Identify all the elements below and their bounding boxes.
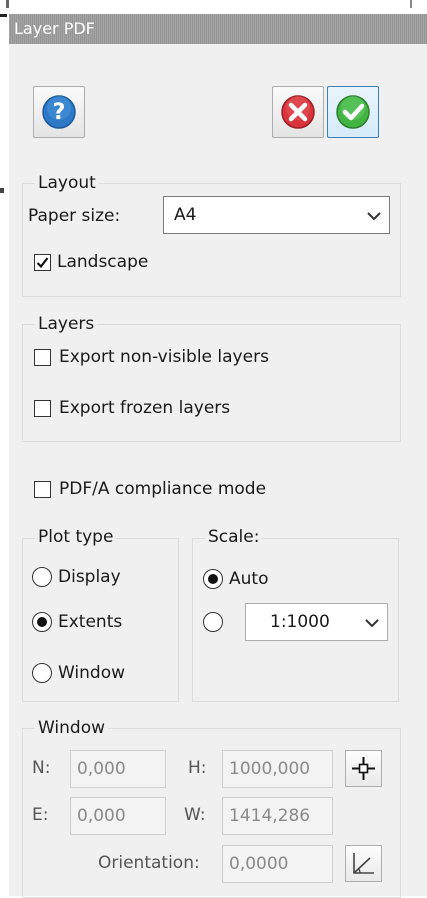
- layers-legend: Layers: [35, 314, 98, 334]
- checkmark-icon: [36, 257, 49, 269]
- scale-value: 1:1000: [270, 612, 330, 632]
- cancel-icon: [281, 95, 315, 129]
- layout-legend: Layout: [35, 173, 99, 193]
- w-label: W:: [184, 805, 206, 825]
- scale-auto-radio[interactable]: [203, 569, 223, 589]
- window-title: Layer PDF: [14, 19, 95, 38]
- plot-display-label[interactable]: Display: [58, 566, 121, 588]
- paper-size-value: A4: [174, 205, 197, 225]
- radio-selected-dot: [208, 574, 218, 584]
- edge-artifact: [0, 14, 7, 17]
- h-input[interactable]: 1000,000: [222, 750, 333, 788]
- pdfa-label[interactable]: PDF/A compliance mode: [59, 478, 266, 500]
- e-label: E:: [32, 805, 49, 825]
- edge-artifact: [0, 188, 4, 193]
- title-bar[interactable]: Layer PDF: [9, 14, 427, 44]
- scale-auto-label[interactable]: Auto: [229, 568, 268, 590]
- n-label: N:: [32, 758, 51, 778]
- export-nonvisible-checkbox[interactable]: [34, 349, 51, 366]
- plot-type-legend: Plot type: [35, 527, 117, 547]
- crosshair-icon: [352, 757, 375, 780]
- scale-custom-radio[interactable]: [203, 612, 223, 632]
- pick-angle-button[interactable]: [345, 845, 382, 882]
- paper-size-select[interactable]: A4: [163, 196, 390, 234]
- export-frozen-checkbox[interactable]: [34, 400, 51, 417]
- help-button[interactable]: ?: [33, 86, 85, 138]
- svg-text:?: ?: [53, 100, 66, 125]
- scale-legend: Scale:: [205, 527, 263, 547]
- export-frozen-label[interactable]: Export frozen layers: [59, 397, 230, 419]
- landscape-label[interactable]: Landscape: [57, 251, 148, 273]
- plot-display-radio[interactable]: [32, 567, 52, 587]
- radio-selected-dot: [37, 617, 47, 627]
- chevron-down-icon: [367, 212, 381, 221]
- scale-select[interactable]: 1:1000: [245, 603, 388, 641]
- ok-icon: [336, 95, 370, 129]
- layers-group: [22, 324, 401, 442]
- h-label: H:: [188, 758, 207, 778]
- orientation-input[interactable]: 0,0000: [222, 845, 333, 883]
- cancel-button[interactable]: [272, 86, 324, 138]
- w-input[interactable]: 1414,286: [222, 797, 333, 835]
- window-legend: Window: [35, 718, 109, 738]
- pdfa-checkbox[interactable]: [34, 481, 51, 498]
- export-nonvisible-label[interactable]: Export non-visible layers: [59, 346, 269, 368]
- edge-artifact: [410, 0, 412, 8]
- plot-window-radio[interactable]: [32, 663, 52, 683]
- landscape-checkbox[interactable]: [34, 254, 51, 271]
- paper-size-label: Paper size:: [28, 206, 121, 226]
- ok-button[interactable]: [327, 86, 379, 138]
- plot-extents-radio[interactable]: [32, 612, 52, 632]
- plot-window-label[interactable]: Window: [58, 662, 125, 684]
- plot-extents-label[interactable]: Extents: [58, 611, 122, 633]
- n-input[interactable]: 0,000: [70, 750, 166, 788]
- help-icon: ?: [42, 95, 76, 129]
- angle-icon: [353, 853, 374, 874]
- orientation-label: Orientation:: [98, 853, 200, 873]
- chevron-down-icon: [365, 619, 379, 628]
- edge-artifact: [6, 0, 9, 8]
- e-input[interactable]: 0,000: [70, 797, 166, 835]
- pick-window-button[interactable]: [345, 750, 382, 787]
